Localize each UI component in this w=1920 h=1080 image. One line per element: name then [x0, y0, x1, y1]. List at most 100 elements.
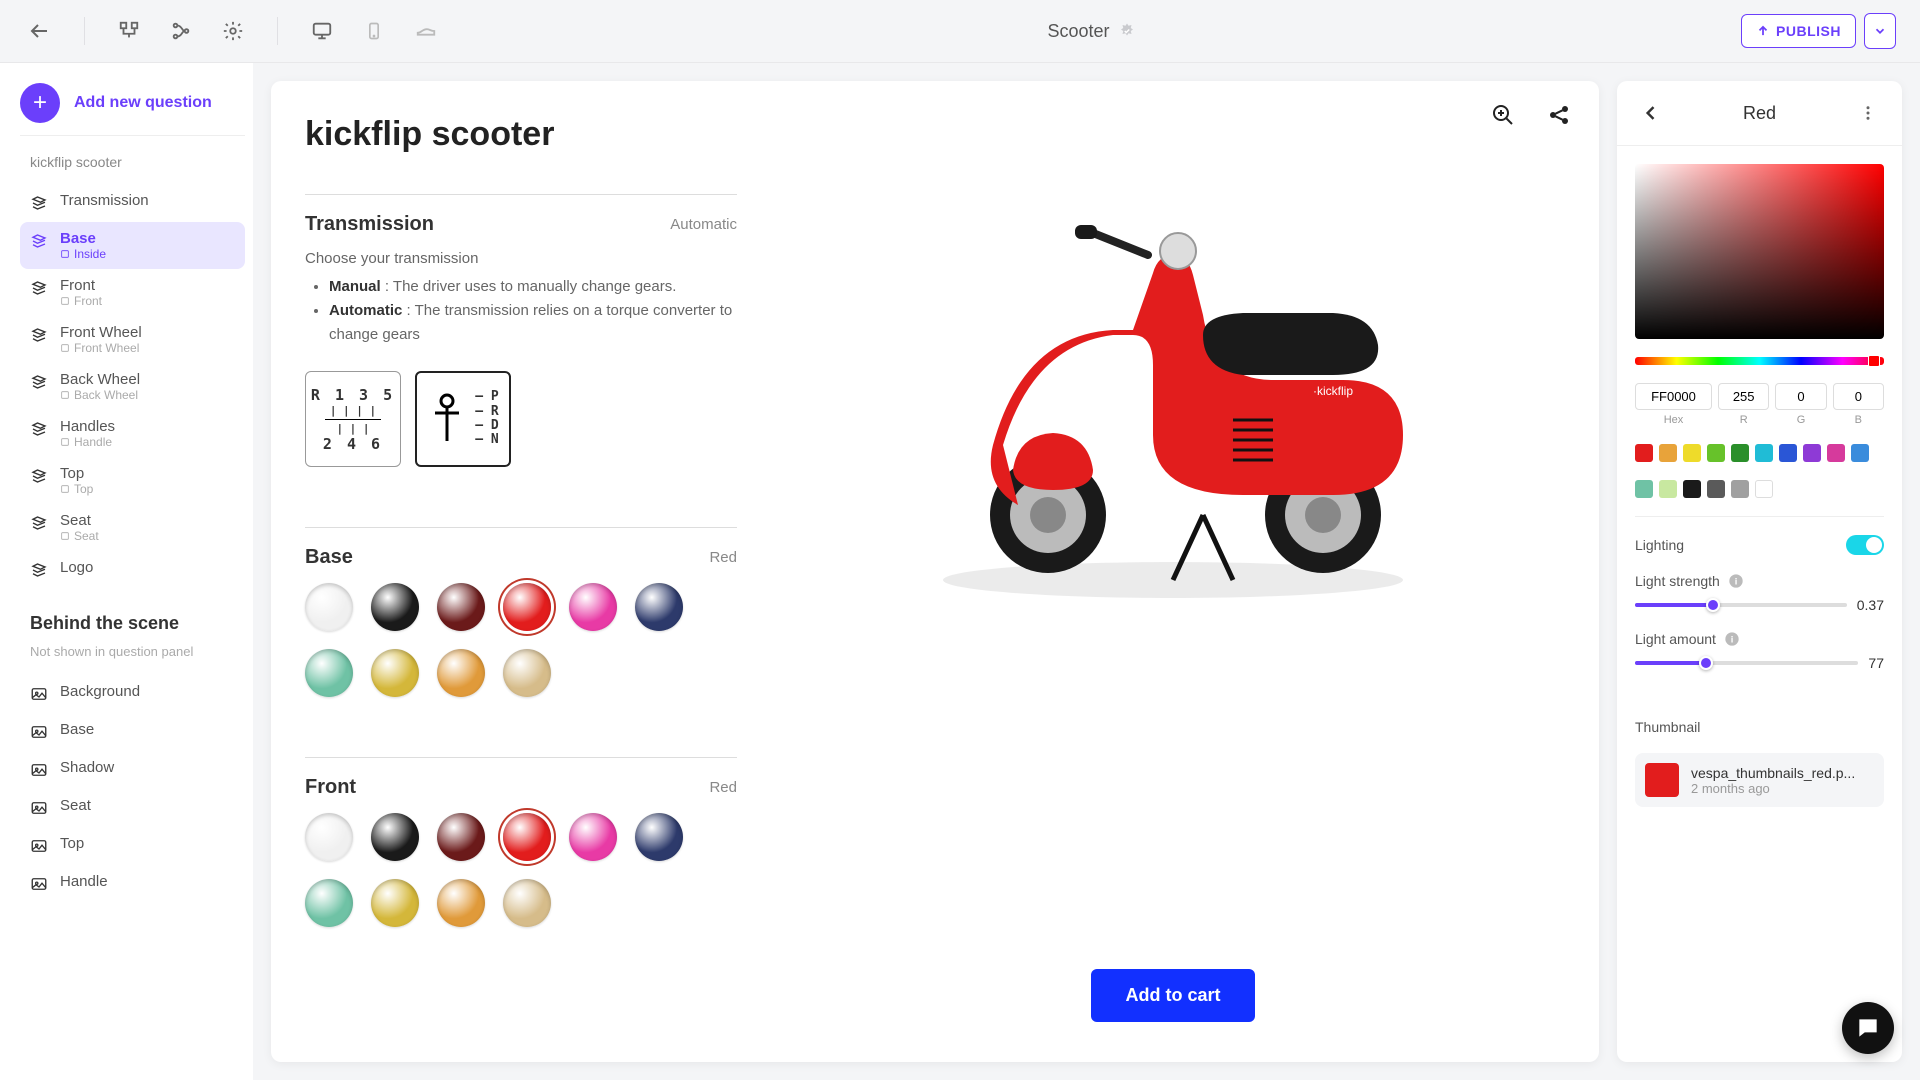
b-input[interactable]	[1833, 383, 1884, 410]
info-icon[interactable]: i	[1728, 573, 1744, 589]
publish-caret-button[interactable]	[1864, 13, 1896, 49]
preset-color[interactable]	[1635, 444, 1653, 462]
sidebar-behind-top[interactable]: Top	[20, 827, 245, 865]
color-swatch[interactable]	[635, 813, 683, 861]
preset-color[interactable]	[1659, 480, 1677, 498]
r-input[interactable]	[1718, 383, 1769, 410]
panel-more-icon[interactable]	[1852, 97, 1884, 129]
sidebar-item-seat[interactable]: SeatSeat	[20, 504, 245, 551]
shoe-preview-icon[interactable]	[410, 15, 442, 47]
preset-color[interactable]	[1683, 444, 1701, 462]
sidebar-group-title: kickflip scooter	[30, 154, 245, 170]
sidebar-behind-shadow[interactable]: Shadow	[20, 751, 245, 789]
color-swatch[interactable]	[503, 583, 551, 631]
zoom-in-icon[interactable]	[1487, 99, 1519, 131]
preset-color[interactable]	[1851, 444, 1869, 462]
light-amount-slider[interactable]	[1635, 661, 1858, 665]
transmission-manual-option[interactable]: R 1 3 5 | | | | | | | 2 4 6	[305, 371, 401, 467]
plus-icon: +	[20, 83, 60, 123]
image-icon	[30, 761, 50, 781]
settings-icon[interactable]	[217, 15, 249, 47]
sidebar-behind-seat[interactable]: Seat	[20, 789, 245, 827]
branching-icon[interactable]	[113, 15, 145, 47]
color-swatch[interactable]	[503, 879, 551, 927]
info-icon[interactable]: i	[1724, 631, 1740, 647]
sidebar: + Add new question kickflip scooter Tran…	[0, 63, 253, 1080]
color-swatch[interactable]	[305, 583, 353, 631]
chat-fab-button[interactable]	[1842, 1002, 1894, 1054]
transmission-title: Transmission	[305, 213, 434, 236]
thumbnail-label: Thumbnail	[1635, 719, 1884, 735]
color-swatch[interactable]	[437, 583, 485, 631]
page-title: Scooter	[1048, 21, 1110, 42]
color-swatch[interactable]	[305, 813, 353, 861]
thumbnail-card[interactable]: vespa_thumbnails_red.p... 2 months ago	[1635, 753, 1884, 807]
image-icon	[30, 837, 50, 857]
color-swatch[interactable]	[305, 649, 353, 697]
publish-button[interactable]: PUBLISH	[1741, 14, 1856, 48]
light-strength-slider[interactable]	[1635, 603, 1847, 607]
sidebar-item-top[interactable]: TopTop	[20, 457, 245, 504]
color-swatch[interactable]	[371, 649, 419, 697]
logic-icon[interactable]	[165, 15, 197, 47]
color-swatch[interactable]	[371, 813, 419, 861]
color-swatch[interactable]	[371, 583, 419, 631]
preset-color[interactable]	[1707, 480, 1725, 498]
preset-color[interactable]	[1659, 444, 1677, 462]
preset-color[interactable]	[1803, 444, 1821, 462]
back-icon[interactable]	[24, 15, 56, 47]
add-question-button[interactable]: + Add new question	[20, 83, 245, 136]
product-title: kickflip scooter	[305, 115, 737, 154]
color-swatch[interactable]	[569, 813, 617, 861]
preset-color[interactable]	[1635, 480, 1653, 498]
sidebar-behind-background[interactable]: Background	[20, 675, 245, 713]
color-swatch[interactable]	[437, 879, 485, 927]
thumbnail-age: 2 months ago	[1691, 781, 1855, 796]
sidebar-item-handles[interactable]: HandlesHandle	[20, 410, 245, 457]
image-icon	[30, 799, 50, 819]
preset-color[interactable]	[1779, 444, 1797, 462]
preset-color[interactable]	[1707, 444, 1725, 462]
preset-color[interactable]	[1731, 480, 1749, 498]
sidebar-item-base[interactable]: BaseInside	[20, 222, 245, 269]
mobile-preview-icon[interactable]	[358, 15, 390, 47]
sidebar-item-back-wheel[interactable]: Back WheelBack Wheel	[20, 363, 245, 410]
color-swatch[interactable]	[503, 649, 551, 697]
svg-text:i: i	[1731, 634, 1734, 644]
transmission-automatic-option[interactable]: — P— R— D— N	[415, 371, 511, 467]
color-swatch[interactable]	[503, 813, 551, 861]
hue-slider[interactable]	[1635, 357, 1884, 365]
lighting-toggle[interactable]	[1846, 535, 1884, 555]
sidebar-item-front-wheel[interactable]: Front WheelFront Wheel	[20, 316, 245, 363]
base-title: Base	[305, 546, 353, 569]
light-amount-label: Light amount	[1635, 631, 1716, 647]
svg-text:·kickflip: ·kickflip	[1313, 384, 1353, 398]
color-swatch[interactable]	[437, 813, 485, 861]
panel-back-icon[interactable]	[1635, 97, 1667, 129]
preset-color[interactable]	[1731, 444, 1749, 462]
preset-color[interactable]	[1755, 480, 1773, 498]
base-value: Red	[709, 549, 737, 566]
hex-input[interactable]	[1635, 383, 1712, 410]
lighting-label: Lighting	[1635, 537, 1684, 553]
color-swatch[interactable]	[305, 879, 353, 927]
preset-color[interactable]	[1755, 444, 1773, 462]
color-swatch[interactable]	[569, 583, 617, 631]
sidebar-item-front[interactable]: FrontFront	[20, 269, 245, 316]
color-picker-field[interactable]	[1635, 164, 1884, 339]
preview-canvas: kickflip scooter Transmission Automatic …	[271, 81, 1599, 1062]
preset-color[interactable]	[1827, 444, 1845, 462]
sidebar-behind-base[interactable]: Base	[20, 713, 245, 751]
sidebar-item-transmission[interactable]: Transmission	[20, 184, 245, 222]
g-input[interactable]	[1775, 383, 1826, 410]
sidebar-item-logo[interactable]: Logo	[20, 551, 245, 589]
desktop-preview-icon[interactable]	[306, 15, 338, 47]
product-preview[interactable]: ·kickflip	[893, 145, 1453, 645]
sidebar-behind-handle[interactable]: Handle	[20, 865, 245, 903]
share-icon[interactable]	[1543, 99, 1575, 131]
add-to-cart-button[interactable]: Add to cart	[1091, 969, 1254, 1022]
preset-color[interactable]	[1683, 480, 1701, 498]
color-swatch[interactable]	[437, 649, 485, 697]
color-swatch[interactable]	[371, 879, 419, 927]
color-swatch[interactable]	[635, 583, 683, 631]
